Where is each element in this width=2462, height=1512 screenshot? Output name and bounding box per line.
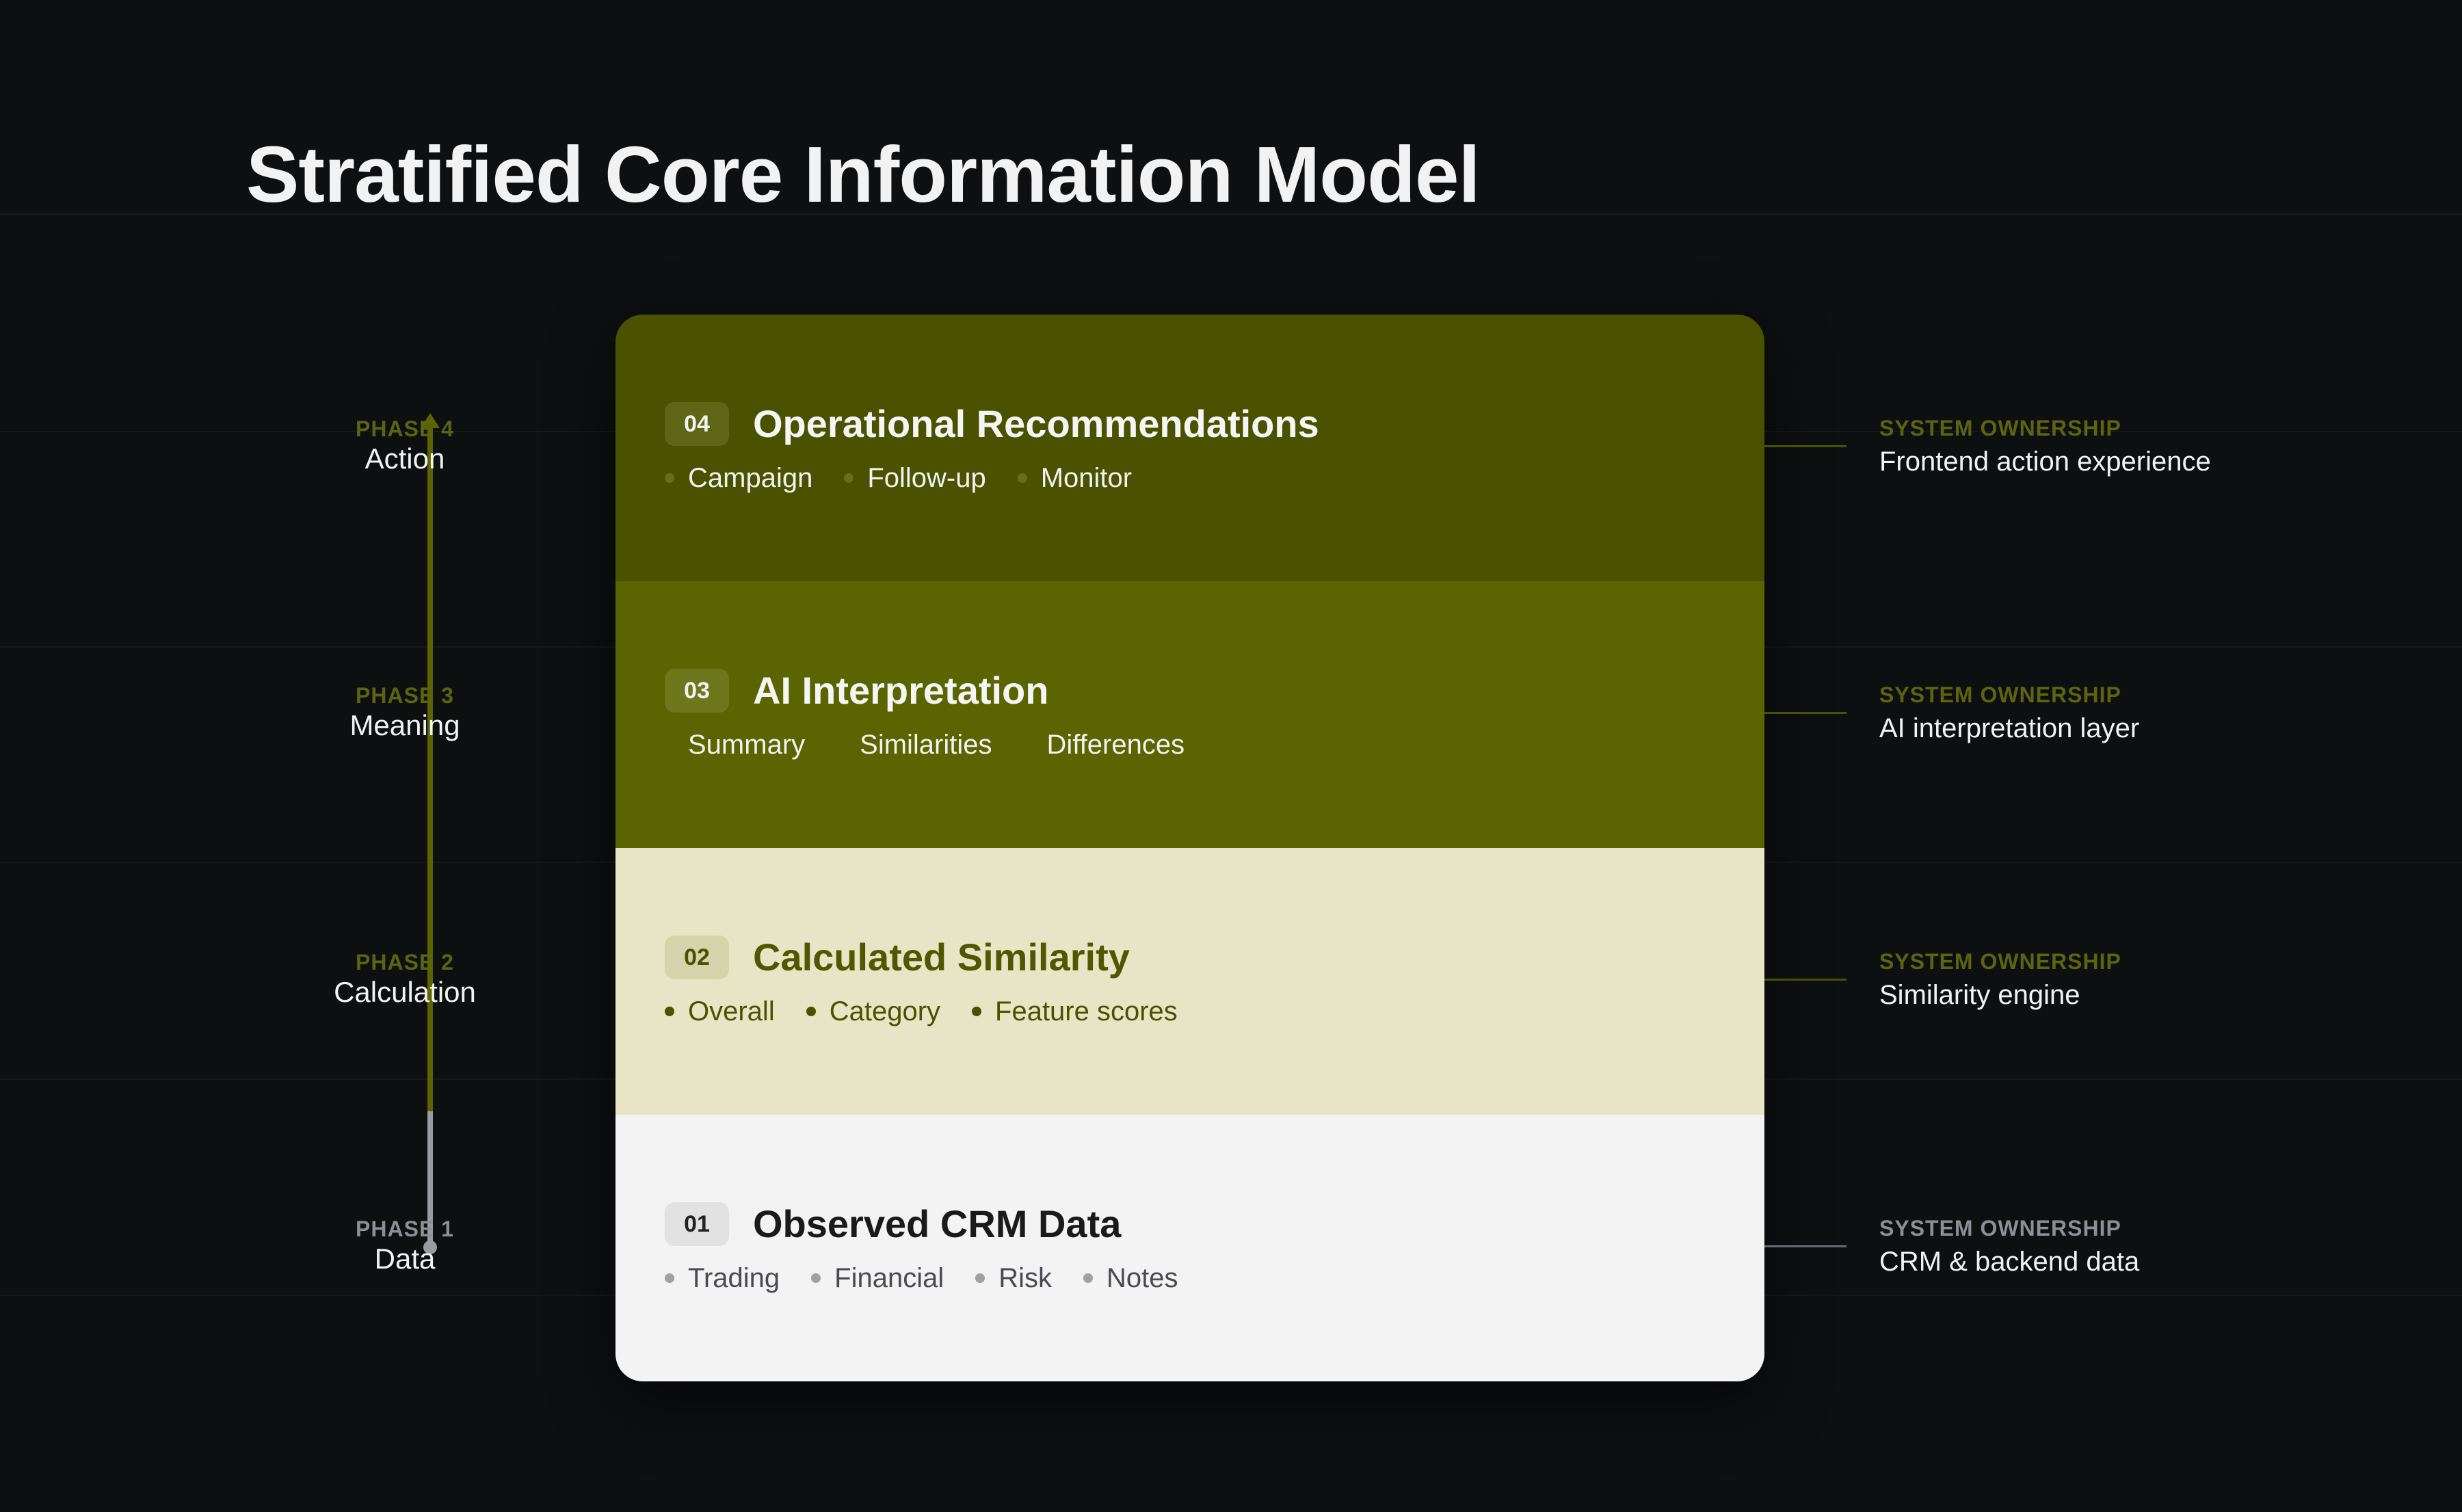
item-label: Trading [688,1263,780,1293]
layer-number-badge: 02 [665,936,729,979]
item-label: Financial [834,1263,944,1293]
layer-item: Campaign [665,461,812,495]
layer-item: Follow-up [844,461,986,495]
ownership-phase-1: SYSTEM OWNERSHIP CRM & backend data [1879,1215,2426,1279]
layer-item: Summary [665,728,805,762]
ownership-phase-2: SYSTEM OWNERSHIP Similarity engine [1879,948,2426,1012]
ownership-connector [1764,712,1846,714]
layer-number-badge: 03 [665,669,729,713]
layer-number-badge: 04 [665,402,729,446]
layer-item: Trading [665,1261,780,1295]
ownership-value: Frontend action experience [1879,447,2211,477]
phase-name: Action [365,442,445,475]
ownership-label: SYSTEM OWNERSHIP [1879,416,2121,440]
phase-4: PHASE 4 Action [295,416,514,476]
bullet-dot-icon [836,740,847,750]
ownership-value: AI interpretation layer [1879,713,2140,743]
bullet-dot-icon [665,740,674,750]
layer-items: Summary Similarities Differences [665,728,1184,762]
layer-title: Calculated Similarity [753,936,1130,979]
ownership-value: CRM & backend data [1879,1247,2140,1277]
item-label: Notes [1107,1263,1178,1293]
layer-items: Trading Financial Risk Notes [665,1261,1178,1295]
bullet-dot-icon [844,473,854,483]
phase-name: Meaning [349,709,460,741]
item-label: Similarities [860,730,992,760]
bullet-dot-icon [1017,473,1027,483]
layer-item: Financial [811,1261,944,1295]
layer-observed-crm-data: 01 Observed CRM Data Trading Financial R… [616,1115,1764,1381]
layer-item: Similarities [836,728,992,762]
layer-title: Operational Recommendations [753,402,1319,445]
layer-item: Monitor [1017,461,1133,495]
page-title: Stratified Core Information Model [246,130,1481,219]
phase-1: PHASE 1 Data [295,1216,514,1276]
ownership-phase-3: SYSTEM OWNERSHIP AI interpretation layer [1879,681,2426,745]
layer-items: Overall Category Feature scores [665,994,1178,1029]
layer-item: Category [806,994,940,1029]
item-label: Overall [688,996,775,1026]
phase-number: PHASE 3 [356,683,454,708]
item-label: Category [829,996,941,1026]
phase-name: Calculation [334,976,476,1008]
bullet-dot-icon [665,1007,674,1016]
phase-3: PHASE 3 Meaning [295,682,514,743]
layer-item: Differences [1023,728,1185,762]
layer-item: Notes [1083,1261,1178,1295]
ownership-label: SYSTEM OWNERSHIP [1879,949,2121,974]
layer-operational-recommendations: 04 Operational Recommendations Campaign … [616,315,1764,581]
layer-item: Feature scores [972,994,1178,1029]
layer-ai-interpretation: 03 AI Interpretation Summary Similaritie… [616,581,1764,848]
bullet-dot-icon [665,1273,674,1283]
layer-item: Risk [975,1261,1052,1295]
item-label: Differences [1046,730,1185,760]
layer-item: Overall [665,994,775,1029]
item-label: Follow-up [867,463,986,493]
item-label: Feature scores [995,996,1178,1026]
layer-title: AI Interpretation [753,669,1049,712]
item-label: Risk [998,1263,1052,1293]
ownership-value: Similarity engine [1879,980,2080,1010]
phase-number: PHASE 4 [356,416,454,441]
phase-2: PHASE 2 Calculation [295,949,514,1009]
bullet-dot-icon [806,1007,816,1016]
ownership-label: SYSTEM OWNERSHIP [1879,1216,2121,1241]
bullet-dot-icon [972,1007,982,1016]
item-label: Summary [688,730,806,760]
ownership-label: SYSTEM OWNERSHIP [1879,682,2121,707]
layer-number-badge: 01 [665,1202,729,1246]
layer-title: Observed CRM Data [753,1202,1122,1245]
phase-name: Data [374,1243,436,1275]
bullet-dot-icon [975,1273,985,1283]
layer-stack-card: 04 Operational Recommendations Campaign … [616,315,1764,1381]
bullet-dot-icon [1083,1273,1093,1283]
ownership-connector [1764,979,1846,981]
phase-number: PHASE 1 [356,1217,454,1241]
bullet-dot-icon [811,1273,821,1283]
bullet-dot-icon [1023,740,1033,750]
ownership-connector [1764,1245,1846,1247]
item-label: Monitor [1040,463,1133,493]
layer-items: Campaign Follow-up Monitor [665,461,1132,495]
ownership-connector [1764,445,1846,447]
layer-calculated-similarity: 02 Calculated Similarity Overall Categor… [616,848,1764,1115]
bullet-dot-icon [665,473,674,483]
item-label: Campaign [688,463,813,493]
ownership-phase-4: SYSTEM OWNERSHIP Frontend action experie… [1879,414,2426,479]
phase-number: PHASE 2 [356,950,454,974]
